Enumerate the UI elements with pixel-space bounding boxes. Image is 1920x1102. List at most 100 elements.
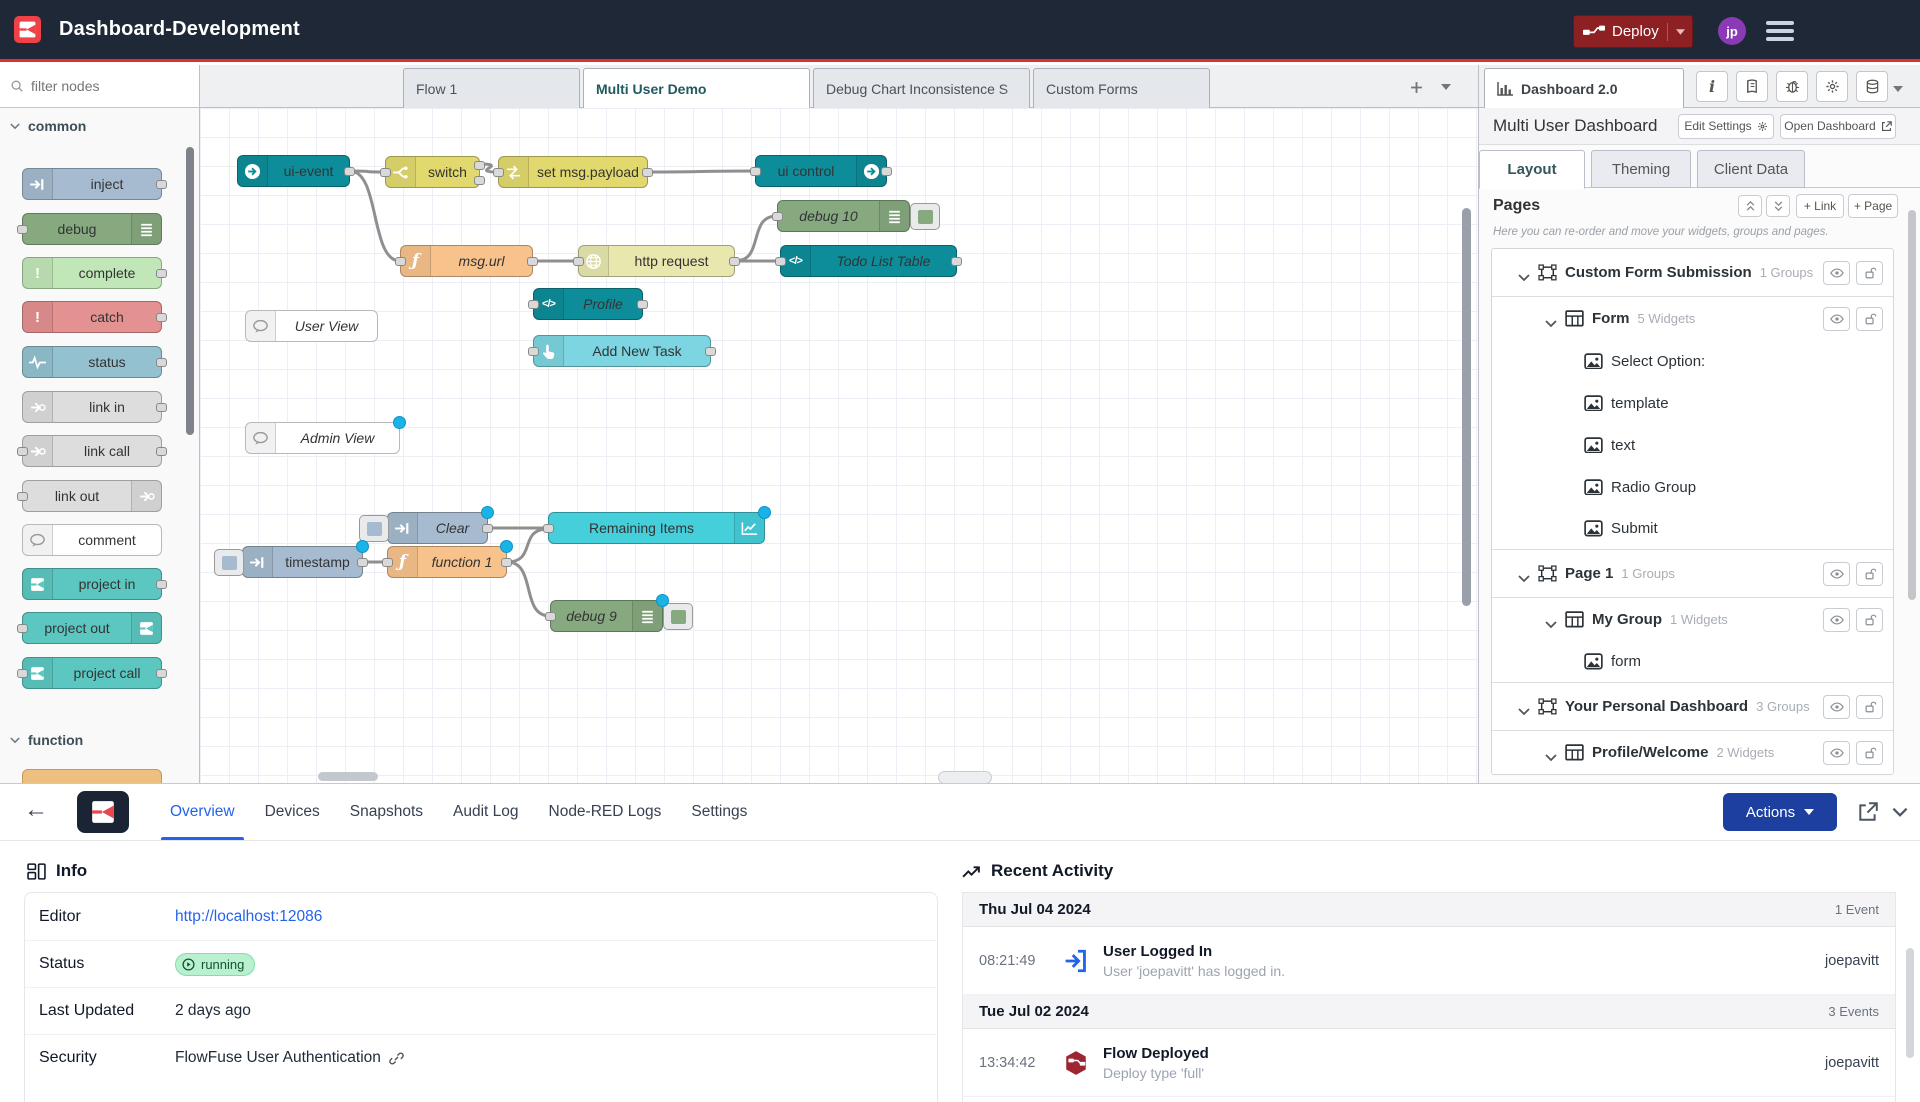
collapse-panel-icon[interactable]: [1889, 801, 1911, 823]
input-port[interactable]: [17, 492, 28, 501]
output-port[interactable]: [156, 269, 167, 278]
palette-category-common[interactable]: common: [10, 118, 86, 134]
output-port[interactable]: [951, 257, 962, 266]
palette-node-project-call[interactable]: project call: [22, 657, 162, 689]
tree-row-form[interactable]: form: [1492, 641, 1893, 683]
flow-tab-flow-1[interactable]: Flow 1: [403, 68, 580, 108]
tree-row-page-1[interactable]: Page 11 Groups: [1492, 550, 1893, 598]
debug-tab-button[interactable]: [1776, 71, 1808, 102]
output-port-1[interactable]: [474, 161, 485, 170]
palette-node-project-out[interactable]: project out: [22, 612, 162, 644]
output-port[interactable]: [637, 300, 648, 309]
input-port[interactable]: [750, 167, 761, 176]
activity-event-row[interactable]: 13:34:42Flow DeployedDeploy type 'full'j…: [963, 1029, 1895, 1097]
palette-filter-input[interactable]: [31, 78, 151, 94]
instance-tab-overview[interactable]: Overview: [155, 784, 250, 840]
output-port[interactable]: [156, 358, 167, 367]
input-port[interactable]: [17, 624, 28, 633]
activity-event-row[interactable]: 08:21:49User Logged InUser 'joepavitt' h…: [963, 927, 1895, 995]
flow-node-user-view[interactable]: User View: [245, 310, 378, 342]
output-port[interactable]: [156, 580, 167, 589]
input-port[interactable]: [528, 300, 539, 309]
palette-scrollbar[interactable]: [186, 147, 194, 435]
info-tab-button[interactable]: i: [1696, 71, 1728, 102]
lock-button[interactable]: [1856, 608, 1883, 632]
chevron-down-icon[interactable]: [1545, 616, 1557, 624]
visibility-button[interactable]: [1823, 695, 1850, 719]
add-flow-button[interactable]: [1404, 75, 1428, 99]
instance-tab-audit-log[interactable]: Audit Log: [438, 784, 534, 840]
visibility-button[interactable]: [1823, 307, 1850, 331]
tree-row-your-personal-dashboard[interactable]: Your Personal Dashboard3 Groups: [1492, 683, 1893, 731]
input-port[interactable]: [493, 168, 504, 177]
lock-button[interactable]: [1856, 741, 1883, 765]
lock-button[interactable]: [1856, 562, 1883, 586]
chevron-down-icon[interactable]: [1545, 315, 1557, 323]
input-port[interactable]: [395, 257, 406, 266]
output-port-2[interactable]: [474, 176, 485, 185]
output-port[interactable]: [501, 558, 512, 567]
tree-row-form[interactable]: Form5 Widgets: [1492, 297, 1893, 340]
flow-node-admin-view[interactable]: Admin View: [245, 422, 400, 454]
canvas-horizontal-scrollbar[interactable]: [318, 772, 378, 781]
output-port[interactable]: [156, 403, 167, 412]
palette-node-catch[interactable]: !catch: [22, 301, 162, 333]
flow-node-todo-list-table[interactable]: </>Todo List Table: [780, 245, 957, 277]
instance-tab-snapshots[interactable]: Snapshots: [335, 784, 438, 840]
flow-node-function-1[interactable]: ƒfunction 1: [387, 546, 507, 578]
tree-row-text[interactable]: text: [1492, 424, 1893, 466]
canvas-vertical-scrollbar[interactable]: [1462, 208, 1471, 606]
output-port[interactable]: [482, 524, 493, 533]
tree-row-profile-welcome[interactable]: Profile/Welcome2 Widgets: [1492, 731, 1893, 774]
debug-toggle-button[interactable]: [663, 603, 693, 630]
tree-row-my-group[interactable]: My Group1 Widgets: [1492, 598, 1893, 641]
palette-node-complete[interactable]: !complete: [22, 257, 162, 289]
deploy-button[interactable]: Deploy: [1573, 15, 1693, 48]
output-port[interactable]: [729, 257, 740, 266]
input-port[interactable]: [17, 225, 28, 234]
sidebar-scrollbar[interactable]: [1908, 210, 1916, 600]
flow-node-ui-event[interactable]: ui-event: [237, 155, 350, 187]
flow-list-caret-icon[interactable]: [1434, 75, 1458, 99]
visibility-button[interactable]: [1823, 562, 1850, 586]
chevron-down-icon[interactable]: [1518, 570, 1530, 578]
flow-node-debug-9[interactable]: debug 9: [550, 600, 663, 632]
chevron-down-icon[interactable]: [1518, 269, 1530, 277]
dashboard-tab-theming[interactable]: Theming: [1591, 150, 1691, 188]
tree-row-select-option-[interactable]: Select Option:: [1492, 340, 1893, 382]
visibility-button[interactable]: [1823, 608, 1850, 632]
flow-node-http-request[interactable]: http request: [578, 245, 735, 277]
flow-node-profile[interactable]: </>Profile: [533, 288, 643, 320]
input-port[interactable]: [17, 669, 28, 678]
debug-toggle-button[interactable]: [910, 203, 940, 230]
expand-all-button[interactable]: [1766, 195, 1790, 217]
input-port[interactable]: [775, 257, 786, 266]
visibility-button[interactable]: [1823, 741, 1850, 765]
input-port[interactable]: [545, 612, 556, 621]
palette-node-link-in[interactable]: link in: [22, 391, 162, 423]
actions-button[interactable]: Actions: [1723, 793, 1837, 831]
edit-settings-button[interactable]: Edit Settings: [1678, 114, 1774, 139]
dashboard-tab-client-data[interactable]: Client Data: [1697, 150, 1805, 188]
palette-node-partial[interactable]: [22, 769, 162, 783]
chevron-down-icon[interactable]: [1518, 703, 1530, 711]
flow-tab-debug-chart-inconsistence-s[interactable]: Debug Chart Inconsistence S: [813, 68, 1030, 108]
tree-row-template[interactable]: template: [1492, 382, 1893, 424]
instance-tab-settings[interactable]: Settings: [676, 784, 762, 840]
instance-logo-icon[interactable]: [77, 791, 129, 833]
output-port[interactable]: [156, 313, 167, 322]
config-tab-button[interactable]: [1816, 71, 1848, 102]
output-port[interactable]: [642, 168, 653, 177]
flow-canvas[interactable]: ui-eventswitchset msg.payloadui controld…: [200, 108, 1478, 783]
palette-node-link-out[interactable]: link out: [22, 480, 162, 512]
palette-category-function[interactable]: function: [10, 732, 83, 748]
palette-node-comment[interactable]: comment: [22, 524, 162, 556]
output-port[interactable]: [156, 447, 167, 456]
lock-button[interactable]: [1856, 307, 1883, 331]
inject-button[interactable]: [359, 515, 389, 542]
open-editor-icon[interactable]: [1857, 801, 1879, 823]
editor-link[interactable]: http://localhost:12086: [175, 908, 329, 926]
input-port[interactable]: [17, 447, 28, 456]
add-page-button[interactable]: + Page: [1848, 194, 1898, 218]
flow-tab-multi-user-demo[interactable]: Multi User Demo: [583, 68, 810, 109]
